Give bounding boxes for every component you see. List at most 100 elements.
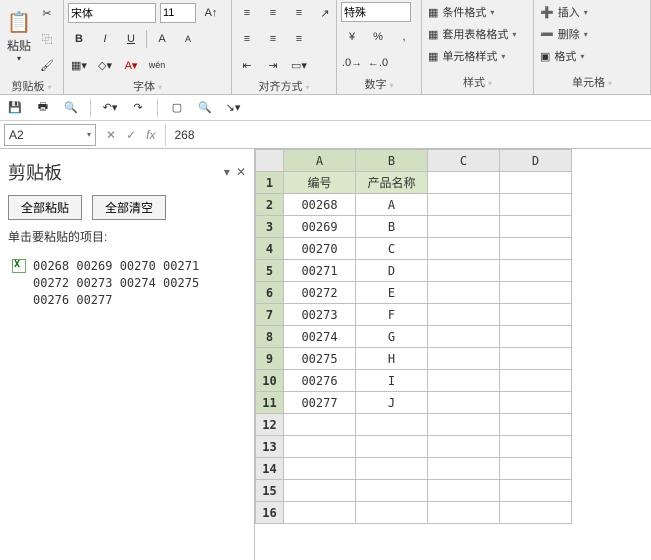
cell[interactable]	[500, 414, 572, 436]
underline-button[interactable]: U	[120, 28, 142, 50]
cell-style-button[interactable]: ▦单元格样式▾	[426, 46, 507, 66]
cell[interactable]	[428, 194, 500, 216]
border-button[interactable]: ▦▾	[68, 54, 90, 76]
paste-button[interactable]: 📋 粘贴 ▾	[4, 2, 34, 68]
cell[interactable]: C	[356, 238, 428, 260]
indent-dec-button[interactable]: ⇤	[236, 54, 258, 76]
cell[interactable]	[284, 502, 356, 524]
select-all-corner[interactable]	[256, 150, 284, 172]
row-header[interactable]: 7	[256, 304, 284, 326]
format-button[interactable]: ▣格式▾	[538, 46, 586, 66]
row-header[interactable]: 2	[256, 194, 284, 216]
cell[interactable]: 00273	[284, 304, 356, 326]
row-header[interactable]: 10	[256, 370, 284, 392]
cell[interactable]: 00271	[284, 260, 356, 282]
clear-all-button[interactable]: 全部清空	[92, 195, 166, 220]
cell[interactable]: 00269	[284, 216, 356, 238]
row-header[interactable]: 8	[256, 326, 284, 348]
align-left-button[interactable]: ≡	[236, 28, 258, 50]
cell[interactable]: 00275	[284, 348, 356, 370]
col-header-B[interactable]: B	[356, 150, 428, 172]
font-color-button[interactable]: A▾	[120, 54, 142, 76]
paste-all-button[interactable]: 全部粘贴	[8, 195, 82, 220]
conditional-format-button[interactable]: ▦条件格式▾	[426, 2, 496, 22]
cell[interactable]	[428, 216, 500, 238]
cell[interactable]: 00270	[284, 238, 356, 260]
cell[interactable]: 00272	[284, 282, 356, 304]
cell[interactable]	[428, 326, 500, 348]
cell[interactable]: G	[356, 326, 428, 348]
cell[interactable]	[284, 480, 356, 502]
indent-inc-button[interactable]: ⇥	[262, 54, 284, 76]
cell[interactable]	[428, 172, 500, 194]
font-name-select[interactable]	[68, 3, 156, 23]
cell[interactable]	[428, 502, 500, 524]
bold-button[interactable]: B	[68, 28, 90, 50]
align-middle-button[interactable]: ≡	[262, 2, 284, 24]
table-format-button[interactable]: ▦套用表格格式▾	[426, 24, 518, 44]
qat-btn-1[interactable]: ▢	[166, 97, 188, 119]
orientation-button[interactable]: ↗	[314, 2, 336, 24]
save-button[interactable]: 💾	[4, 97, 26, 119]
cell[interactable]	[428, 370, 500, 392]
cell[interactable]	[500, 238, 572, 260]
comma-button[interactable]: ,	[393, 26, 415, 48]
cell[interactable]	[500, 480, 572, 502]
fill-color-button[interactable]: ◇▾	[94, 54, 116, 76]
row-header[interactable]: 3	[256, 216, 284, 238]
redo-button[interactable]: ↷	[127, 97, 149, 119]
align-right-button[interactable]: ≡	[288, 28, 310, 50]
col-header-A[interactable]: A	[284, 150, 356, 172]
row-header[interactable]: 12	[256, 414, 284, 436]
cell[interactable]	[356, 502, 428, 524]
row-header[interactable]: 9	[256, 348, 284, 370]
cell[interactable]	[500, 260, 572, 282]
delete-button[interactable]: ➖删除▾	[538, 24, 590, 44]
cell[interactable]	[428, 260, 500, 282]
qat-btn-3[interactable]: ↘▾	[222, 97, 244, 119]
merge-button[interactable]: ▭▾	[288, 54, 310, 76]
cell[interactable]	[428, 348, 500, 370]
cell[interactable]: J	[356, 392, 428, 414]
cell[interactable]: F	[356, 304, 428, 326]
row-header[interactable]: 1	[256, 172, 284, 194]
pane-options-icon[interactable]: ▾	[224, 165, 230, 180]
row-header[interactable]: 11	[256, 392, 284, 414]
currency-button[interactable]: ¥	[341, 26, 363, 48]
number-format-select[interactable]	[341, 2, 411, 22]
row-header[interactable]: 4	[256, 238, 284, 260]
cell[interactable]	[428, 282, 500, 304]
cut-button[interactable]: ✂	[36, 2, 58, 24]
cell[interactable]	[500, 216, 572, 238]
cell[interactable]	[500, 392, 572, 414]
font-grow2-button[interactable]: A	[151, 28, 173, 50]
cell[interactable]	[500, 304, 572, 326]
worksheet[interactable]: A B C D 1 编号 产品名称 200268A 300269B 400270…	[255, 149, 651, 560]
enter-icon[interactable]: ✓	[126, 128, 136, 142]
cell[interactable]: 编号	[284, 172, 356, 194]
cell[interactable]	[500, 282, 572, 304]
cell[interactable]	[428, 436, 500, 458]
cell[interactable]: E	[356, 282, 428, 304]
percent-button[interactable]: %	[367, 26, 389, 48]
cancel-icon[interactable]: ✕	[106, 128, 116, 142]
row-header[interactable]: 16	[256, 502, 284, 524]
align-top-button[interactable]: ≡	[236, 2, 258, 24]
undo-button[interactable]: ↶▾	[99, 97, 121, 119]
cell[interactable]	[500, 370, 572, 392]
cell[interactable]	[284, 436, 356, 458]
col-header-C[interactable]: C	[428, 150, 500, 172]
cell[interactable]	[500, 502, 572, 524]
cell[interactable]	[428, 414, 500, 436]
print-button[interactable]: 🖶	[32, 97, 54, 119]
align-center-button[interactable]: ≡	[262, 28, 284, 50]
cell[interactable]	[356, 458, 428, 480]
cell[interactable]: A	[356, 194, 428, 216]
cell[interactable]	[428, 480, 500, 502]
cell[interactable]: D	[356, 260, 428, 282]
cell[interactable]	[500, 326, 572, 348]
format-painter-button[interactable]: 🖌	[36, 54, 58, 76]
cell[interactable]: 00274	[284, 326, 356, 348]
print-preview-button[interactable]: 🔍	[60, 97, 82, 119]
name-box[interactable]: A2 ▾	[4, 124, 96, 146]
